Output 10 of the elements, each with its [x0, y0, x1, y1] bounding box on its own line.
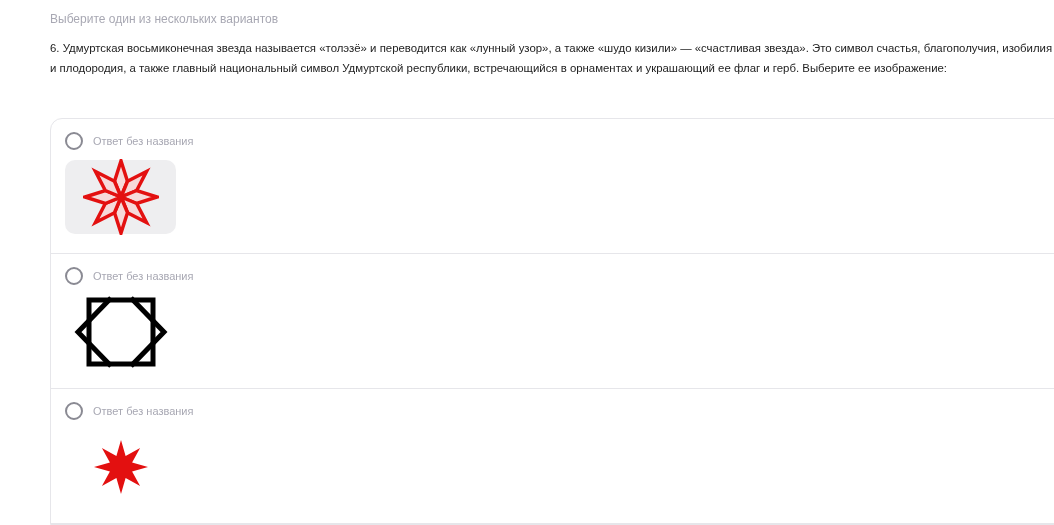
outline-star-icon: [82, 159, 159, 235]
answer-label[interactable]: Ответ без названия: [93, 405, 194, 417]
radio-button[interactable]: [65, 132, 83, 150]
square-star-icon: [72, 294, 169, 370]
radio-button[interactable]: [65, 402, 83, 420]
answer-label[interactable]: Ответ без названия: [93, 270, 194, 282]
hint-text: Выберите один из нескольких вариантов: [50, 12, 280, 26]
radio-button[interactable]: [65, 267, 83, 285]
answer-label[interactable]: Ответ без названия: [93, 135, 194, 147]
question-text: 6. Удмуртская восьмиконечная звезда называется «толэзё» и переводится как «лунный узор», а также «шудо кизили» — «счастливая звезда». Это символ счастья, благополучия, изобилия и плодородия, а также главный национальный символ Удмуртской республики, встречающийся в орнаментах и украшающий ее флаг и герб. Выберите ее изображение:: [50, 41, 1054, 76]
